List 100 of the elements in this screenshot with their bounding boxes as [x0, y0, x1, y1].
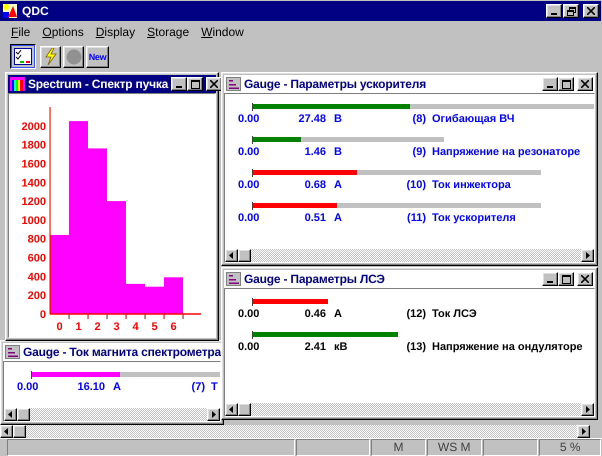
scroll-right-button[interactable]: [577, 425, 590, 438]
status-pane: WS M: [426, 439, 482, 456]
horizontal-scrollbar[interactable]: [0, 425, 590, 438]
window-title: Gauge - Параметры ускорителя: [244, 77, 427, 91]
menu-item[interactable]: File: [5, 25, 36, 39]
y-tick-label: 400: [28, 271, 46, 284]
scroll-left-button[interactable]: [225, 249, 238, 262]
y-tick-label: 0: [40, 309, 46, 321]
close-button[interactable]: [583, 4, 599, 18]
close-icon: [210, 80, 218, 88]
gauge-label: Ток ЛСЭ: [432, 308, 477, 320]
gauge-label: Т: [211, 381, 218, 393]
restore-button[interactable]: [563, 4, 579, 18]
gauge-label: Напряжение на ондуляторе: [432, 341, 583, 353]
scroll-right-button[interactable]: [207, 408, 220, 421]
menu-item[interactable]: Display: [90, 25, 142, 39]
scroll-thumb[interactable]: [238, 249, 251, 262]
right-arrow-icon: [585, 406, 590, 413]
y-tick-label: 800: [28, 234, 46, 246]
gauge-value: 2.41: [304, 341, 326, 353]
scroll-left-button[interactable]: [4, 408, 17, 421]
gauge-index: (8): [412, 113, 426, 125]
scroll-right-button[interactable]: [581, 249, 594, 262]
toolbar-button[interactable]: [10, 44, 36, 69]
scroll-right-button[interactable]: [581, 403, 594, 416]
gauge-min: 0.00: [238, 179, 260, 191]
right-arrow-icon: [585, 252, 590, 259]
gauge-min: 0.00: [238, 308, 260, 320]
window-title: Gauge - Ток магнита спектрометра: [23, 345, 222, 359]
maximize-icon: [562, 80, 570, 88]
gauge-icon: [5, 345, 20, 359]
status-pane: M: [371, 439, 426, 456]
gauge-unit: А: [334, 308, 343, 320]
horizontal-scrollbar[interactable]: [225, 249, 594, 262]
maximize-button[interactable]: [558, 77, 574, 91]
y-tick-label: 1800: [22, 140, 46, 152]
toolbar-button[interactable]: New: [86, 46, 109, 68]
minimize-button[interactable]: [542, 272, 558, 286]
minimize-button[interactable]: [542, 77, 558, 91]
scroll-thumb[interactable]: [13, 425, 26, 438]
maximize-button[interactable]: [558, 272, 574, 286]
scroll-left-button[interactable]: [0, 425, 13, 438]
app-icon: [2, 3, 18, 19]
gauge-value: 0.68: [304, 179, 326, 191]
status-pane: 5 %: [539, 439, 601, 456]
minimize-button[interactable]: [171, 77, 188, 91]
left-arrow-icon: [229, 252, 234, 259]
lightning-icon: [44, 48, 58, 65]
gauge-label: Ток ускорителя: [432, 212, 516, 224]
maximize-button[interactable]: [187, 77, 204, 91]
x-tick-label: 0: [56, 321, 63, 333]
gauge-unit: А: [334, 179, 343, 191]
gauge-unit: А: [334, 212, 343, 224]
close-icon: [581, 80, 589, 88]
status-pane: [482, 439, 538, 456]
gauge-value: 1.46: [304, 146, 326, 158]
y-tick-label: 600: [28, 252, 46, 265]
gauge-value: 27.48: [297, 113, 326, 125]
maximize-icon: [190, 80, 200, 88]
gauge-index: (9): [412, 146, 426, 158]
horizontal-scrollbar[interactable]: [4, 408, 220, 421]
gauge-value: 16.10: [76, 381, 105, 393]
horizontal-scrollbar[interactable]: [225, 403, 594, 416]
gauge-label: Огибающая ВЧ: [432, 113, 514, 125]
gauge-min: 0.00: [238, 212, 260, 224]
x-tick-label: 2: [94, 321, 101, 333]
gauge-unit: В: [334, 113, 343, 125]
x-tick-label: 1: [75, 321, 82, 333]
scroll-thumb[interactable]: [17, 408, 30, 421]
close-button[interactable]: [206, 77, 222, 91]
left-arrow-icon: [4, 428, 9, 435]
gauge-min: 0.00: [238, 341, 260, 353]
left-arrow-icon: [8, 411, 13, 418]
gauge-index: (12): [405, 308, 426, 320]
gauge-value: 0.46: [304, 308, 326, 320]
close-button[interactable]: [577, 272, 593, 286]
window-title: Spectrum - Спектр пучка: [28, 77, 168, 91]
menu-item[interactable]: Storage: [141, 25, 196, 39]
left-arrow-icon: [229, 406, 234, 413]
window-title: Gauge - Параметры ЛСЭ: [244, 272, 386, 286]
gauge-unit: В: [334, 146, 343, 158]
y-tick-label: 1200: [22, 196, 46, 208]
record-icon: [66, 48, 82, 64]
scroll-thumb[interactable]: [238, 403, 251, 416]
y-tick-label: 1000: [22, 214, 46, 227]
minimize-button[interactable]: [546, 4, 562, 18]
y-tick-label: 1400: [22, 177, 46, 190]
y-tick-label: 2000: [22, 120, 46, 133]
close-button[interactable]: [577, 77, 593, 91]
spectrum-icon: [10, 77, 25, 91]
checklist-icon: [14, 48, 32, 65]
gauge-label: Напряжение на резонаторе: [432, 146, 580, 158]
scroll-left-button[interactable]: [225, 403, 238, 416]
menu-item[interactable]: Options: [36, 25, 90, 39]
menu-item[interactable]: Window: [195, 25, 250, 39]
y-tick-label: 200: [28, 290, 46, 302]
gauge-icon: [226, 272, 241, 286]
gauge-icon: [226, 77, 241, 91]
x-tick-label: 6: [170, 321, 177, 333]
gauge-index: (10): [405, 179, 426, 191]
